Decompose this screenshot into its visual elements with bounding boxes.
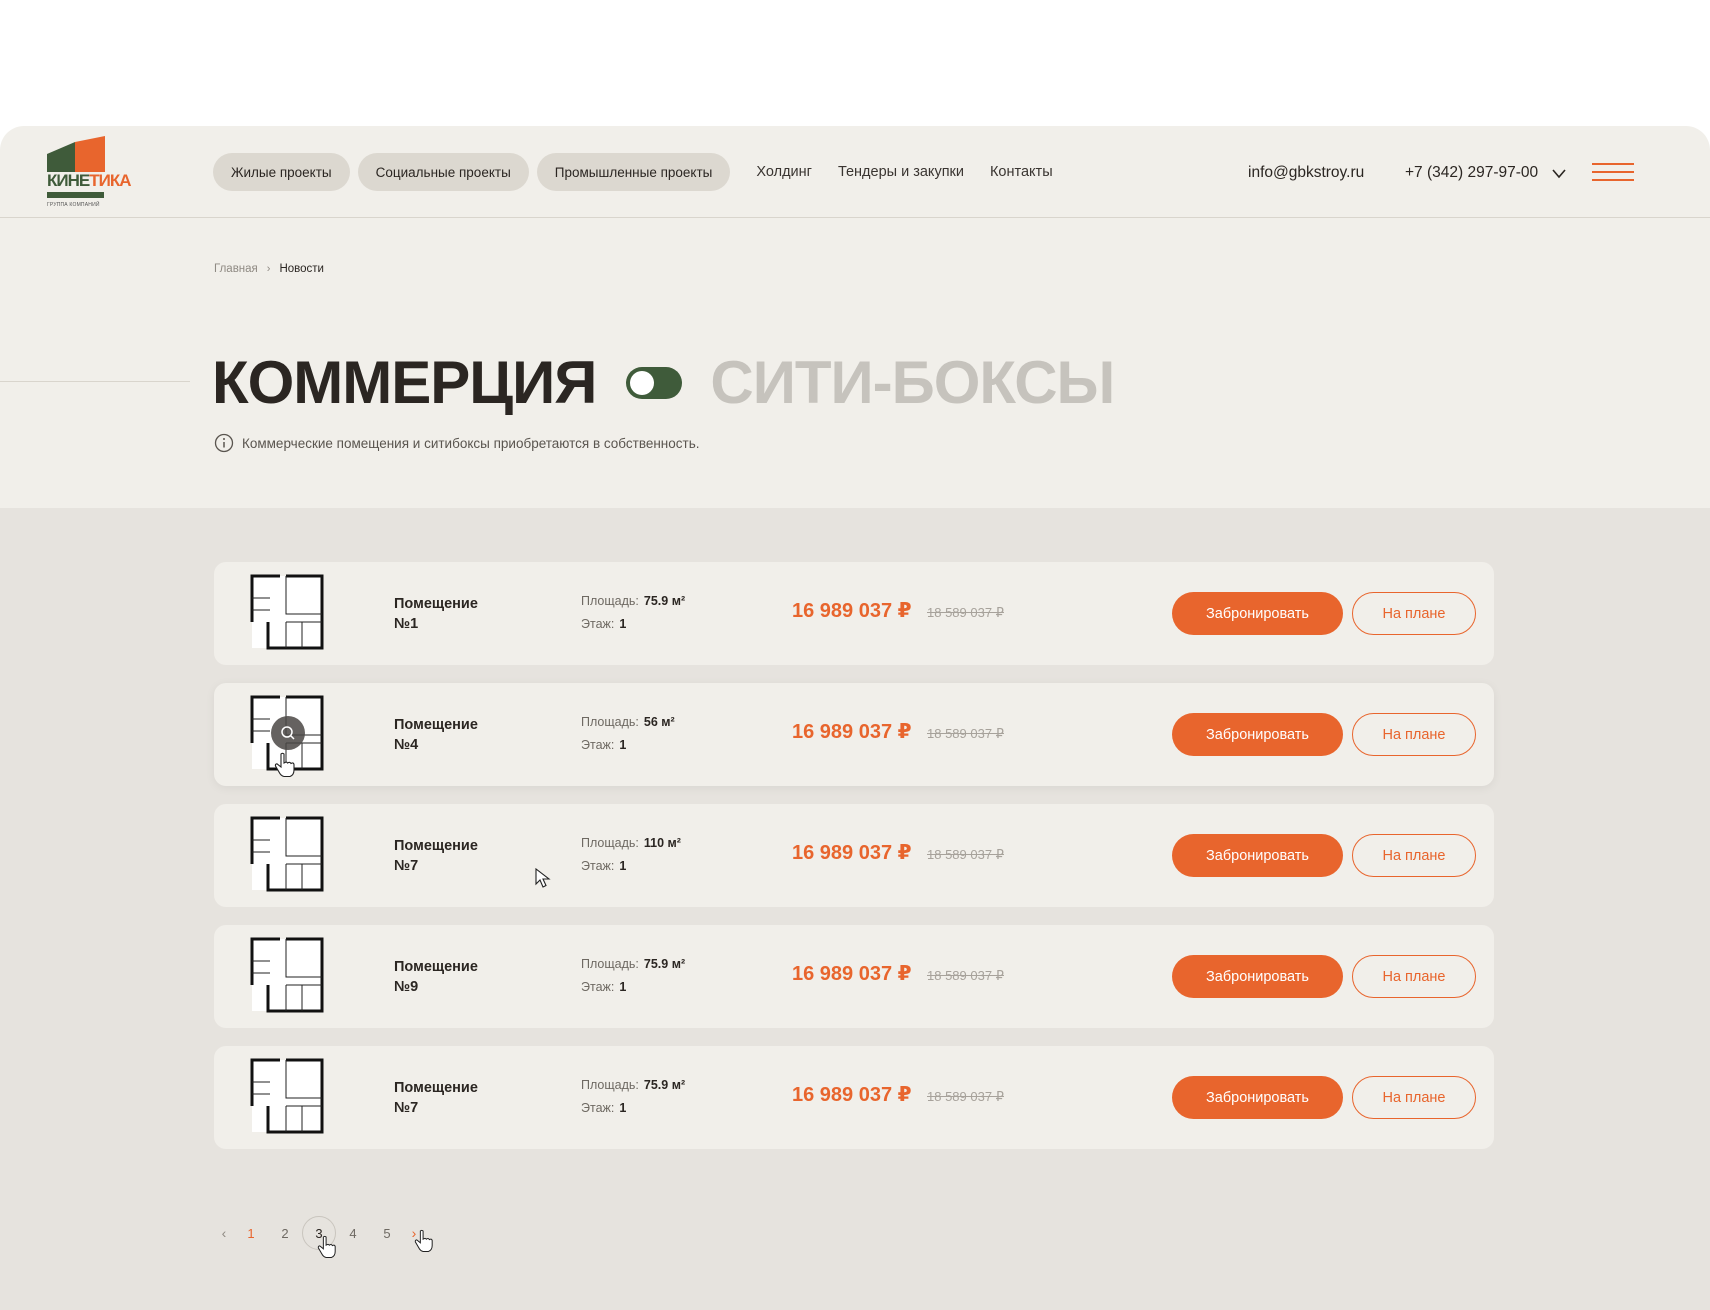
hamburger-icon[interactable] (1592, 163, 1634, 183)
room-row[interactable]: Помещение №9 Площадь: 75.9 м² Этаж: 1 16 9… (214, 925, 1494, 1028)
page-2[interactable]: 2 (268, 1216, 302, 1250)
room-area: Площадь: 110 м² (581, 836, 681, 850)
room-row[interactable]: Помещение №7 Площадь: 110 м² Этаж: 1 16 98… (214, 804, 1494, 907)
page-frame: КИНЕТИКА ГРУППА КОМПАНИЙ Жилые проекты С… (0, 126, 1710, 1310)
breadcrumb: Главная › Новости (214, 263, 324, 275)
book-button[interactable]: Забронировать (1172, 592, 1343, 635)
nav-link-contacts[interactable]: Контакты (990, 164, 1053, 180)
room-area: Площадь: 56 м² (581, 715, 675, 729)
toggle-knob (630, 371, 655, 395)
book-button[interactable]: Забронировать (1172, 955, 1343, 998)
info-icon (214, 433, 234, 453)
room-name: Помещение №1 (394, 596, 478, 632)
hand-cursor-icon (317, 1235, 336, 1258)
ownership-note-text: Коммерческие помещения и ситибоксы приоб… (242, 435, 700, 451)
floor-plan-thumbnail[interactable] (250, 937, 326, 1015)
logo-mark-icon (47, 136, 105, 172)
room-floor: Этаж: 1 (581, 859, 627, 873)
room-old-price: 18 589 037 ₽ (927, 605, 1004, 620)
on-plan-button[interactable]: На плане (1352, 834, 1476, 877)
on-plan-button[interactable]: На плане (1352, 1076, 1476, 1119)
room-old-price: 18 589 037 ₽ (927, 726, 1004, 741)
book-button[interactable]: Забронировать (1172, 713, 1343, 756)
logo-subtitle: ГРУППА КОМПАНИЙ (47, 202, 100, 208)
logo-bar (47, 192, 104, 198)
on-plan-button[interactable]: На плане (1352, 713, 1476, 756)
hand-cursor-icon (274, 752, 295, 778)
tab-city-boxes[interactable]: СИТИ-БОКСЫ (710, 348, 1115, 418)
tab-commerce[interactable]: КОММЕРЦИЯ (212, 348, 597, 418)
ownership-note: Коммерческие помещения и ситибоксы приоб… (214, 433, 699, 453)
room-name: Помещение №4 (394, 717, 478, 753)
hand-cursor-icon (414, 1229, 433, 1252)
room-name: Помещение №7 (394, 1080, 478, 1116)
breadcrumb-separator-icon: › (266, 263, 271, 275)
on-plan-button[interactable]: На плане (1352, 955, 1476, 998)
room-floor: Этаж: 1 (581, 617, 627, 631)
nav-link-tenders[interactable]: Тендеры и закупки (838, 164, 964, 180)
room-area: Площадь: 75.9 м² (581, 594, 686, 608)
logo[interactable]: КИНЕТИКА ГРУППА КОМПАНИЙ (47, 136, 131, 212)
nav-pill-residential[interactable]: Жилые проекты (213, 153, 350, 191)
book-button[interactable]: Забронировать (1172, 1076, 1343, 1119)
arrow-cursor-icon (535, 868, 551, 888)
room-floor: Этаж: 1 (581, 1101, 627, 1115)
room-price: 16 989 037 ₽ (792, 963, 912, 985)
room-name: Помещение №9 (394, 959, 478, 995)
main-nav: Жилые проекты Социальные проекты Промышл… (213, 153, 1061, 191)
page-5[interactable]: 5 (370, 1216, 404, 1250)
room-floor: Этаж: 1 (581, 980, 627, 994)
room-price: 16 989 037 ₽ (792, 842, 912, 864)
page-4[interactable]: 4 (336, 1216, 370, 1250)
page-1[interactable]: 1 (234, 1216, 268, 1250)
room-row[interactable]: Помещение №7 Площадь: 75.9 м² Этаж: 1 16 9… (214, 1046, 1494, 1149)
book-button[interactable]: Забронировать (1172, 834, 1343, 877)
site-header: КИНЕТИКА ГРУППА КОМПАНИЙ Жилые проекты С… (0, 126, 1710, 218)
on-plan-button[interactable]: На плане (1352, 592, 1476, 635)
room-name: Помещение №7 (394, 838, 478, 874)
decor-line (0, 381, 190, 382)
rooms-listing: Помещение №1 Площадь: 75.9 м² Этаж: 1 16 9… (0, 508, 1710, 1310)
room-old-price: 18 589 037 ₽ (927, 1089, 1004, 1104)
room-row[interactable]: Помещение №4 Площадь: 56 м² Этаж: 1 16 989… (214, 683, 1494, 786)
room-area: Площадь: 75.9 м² (581, 1078, 686, 1092)
nav-pill-industrial[interactable]: Промышленные проекты (536, 153, 731, 191)
title-row: КОММЕРЦИЯ СИТИ-БОКСЫ (212, 348, 1115, 418)
chevron-down-icon[interactable] (1552, 166, 1566, 180)
breadcrumb-current: Новости (279, 263, 324, 275)
room-price: 16 989 037 ₽ (792, 721, 912, 743)
nav-link-holding[interactable]: Холдинг (756, 164, 812, 180)
header-phone[interactable]: +7 (342) 297-97-00 (1405, 164, 1538, 182)
breadcrumb-home[interactable]: Главная (214, 263, 258, 275)
pagination-prev-icon[interactable]: ‹ (214, 1216, 234, 1250)
room-price: 16 989 037 ₽ (792, 600, 912, 622)
floor-plan-thumbnail[interactable] (250, 816, 326, 894)
category-toggle[interactable] (626, 367, 683, 399)
header-email[interactable]: info@gbkstroy.ru (1248, 164, 1364, 182)
nav-pill-social[interactable]: Социальные проекты (357, 153, 529, 191)
floor-plan-thumbnail[interactable] (250, 1058, 326, 1136)
room-row[interactable]: Помещение №1 Площадь: 75.9 м² Этаж: 1 16 9… (214, 562, 1494, 665)
room-floor: Этаж: 1 (581, 738, 627, 752)
room-old-price: 18 589 037 ₽ (927, 847, 1004, 862)
logo-wordmark: КИНЕТИКА (47, 171, 131, 190)
room-old-price: 18 589 037 ₽ (927, 968, 1004, 983)
room-price: 16 989 037 ₽ (792, 1084, 912, 1106)
room-area: Площадь: 75.9 м² (581, 957, 686, 971)
floor-plan-thumbnail[interactable] (250, 574, 326, 652)
